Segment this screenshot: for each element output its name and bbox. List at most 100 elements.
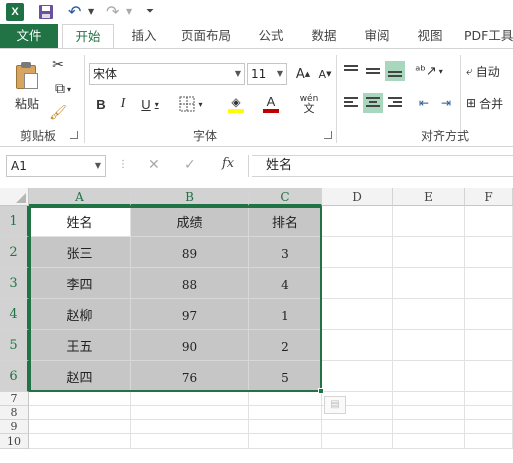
font-size-select[interactable]: 11 ▼ <box>247 63 287 85</box>
cell-f7[interactable] <box>465 392 513 406</box>
cell-b2[interactable]: 89 <box>131 237 249 268</box>
cell-e7[interactable] <box>393 392 465 406</box>
cell-c9[interactable] <box>249 420 322 434</box>
cell-c10[interactable] <box>249 434 322 449</box>
cell-e10[interactable] <box>393 434 465 449</box>
row-header-7[interactable]: 7 <box>0 392 29 406</box>
cell-c7[interactable] <box>249 392 322 406</box>
cell-d6[interactable] <box>322 361 393 392</box>
grow-font-button[interactable]: A ▲ <box>292 63 314 85</box>
cell-e3[interactable] <box>393 268 465 299</box>
cell-e4[interactable] <box>393 299 465 330</box>
paste-button[interactable]: 粘贴 <box>8 55 46 117</box>
cell-c2[interactable]: 3 <box>249 237 322 268</box>
cell-b4[interactable]: 97 <box>131 299 249 330</box>
cell-a7[interactable] <box>29 392 131 406</box>
row-header-8[interactable]: 8 <box>0 406 29 420</box>
tab-data[interactable]: 数据 <box>305 24 343 48</box>
row-header-5[interactable]: 5 <box>0 330 29 361</box>
cell-b6[interactable]: 76 <box>131 361 249 392</box>
cut-icon[interactable]: ✂ <box>48 55 68 75</box>
format-painter-icon[interactable]: 🖌 <box>48 103 68 123</box>
cell-f5[interactable] <box>465 330 513 361</box>
select-all-button[interactable] <box>0 188 29 206</box>
cell-e9[interactable] <box>393 420 465 434</box>
cell-f6[interactable] <box>465 361 513 392</box>
row-header-3[interactable]: 3 <box>0 268 29 299</box>
cell-e6[interactable] <box>393 361 465 392</box>
shrink-font-button[interactable]: A ▼ <box>314 63 336 85</box>
font-launcher-icon[interactable] <box>324 131 332 139</box>
phonetic-button[interactable]: wén 文 <box>296 93 322 115</box>
orientation-icon[interactable]: ᵃᵇ↗ ▾ <box>414 61 444 81</box>
redo-dropdown-icon[interactable]: ▼ <box>126 3 134 21</box>
cell-d5[interactable] <box>322 330 393 361</box>
cell-f2[interactable] <box>465 237 513 268</box>
align-middle-icon[interactable] <box>363 61 383 81</box>
italic-button[interactable]: I <box>114 93 132 115</box>
tab-file[interactable]: 文件 <box>0 24 58 48</box>
cell-b7[interactable] <box>131 392 249 406</box>
cell-e8[interactable] <box>393 406 465 420</box>
customize-qat-icon[interactable]: ⏷ <box>146 3 156 21</box>
column-header-a[interactable]: A <box>29 188 131 206</box>
cell-a8[interactable] <box>29 406 131 420</box>
cell-c5[interactable]: 2 <box>249 330 322 361</box>
font-color-button[interactable]: A <box>255 93 287 115</box>
cell-e1[interactable] <box>393 206 465 237</box>
redo-icon[interactable]: ↷ <box>106 3 122 21</box>
row-header-6[interactable]: 6 <box>0 361 29 392</box>
cell-a3[interactable]: 李四 <box>29 268 131 299</box>
row-header-9[interactable]: 9 <box>0 420 29 434</box>
cell-c1[interactable]: 排名 <box>249 206 322 237</box>
borders-button[interactable]: ▾ <box>174 93 208 115</box>
row-header-1[interactable]: 1 <box>0 206 29 237</box>
enter-icon[interactable]: ✓ <box>184 157 196 173</box>
cell-f3[interactable] <box>465 268 513 299</box>
cell-f9[interactable] <box>465 420 513 434</box>
column-header-d[interactable]: D <box>322 188 393 206</box>
cell-c4[interactable]: 1 <box>249 299 322 330</box>
cell-a6[interactable]: 赵四 <box>29 361 131 392</box>
cell-d1[interactable] <box>322 206 393 237</box>
column-header-c[interactable]: C <box>249 188 322 206</box>
cell-e2[interactable] <box>393 237 465 268</box>
cell-a5[interactable]: 王五 <box>29 330 131 361</box>
fill-color-button[interactable]: ◈ <box>218 93 254 115</box>
column-header-f[interactable]: F <box>465 188 513 206</box>
cell-d9[interactable] <box>322 420 393 434</box>
copy-icon[interactable]: ⧉ ▾ <box>48 79 78 99</box>
worksheet-grid[interactable]: A B C D E F 1 姓名 成绩 排名 2 张三 89 3 3 李四 88 4 4 赵柳 97 1 5 王五 90 2 6 赵四… <box>0 188 513 463</box>
align-right-icon[interactable] <box>385 93 405 113</box>
bold-button[interactable]: B <box>92 93 110 115</box>
undo-icon[interactable]: ↶ <box>68 3 84 21</box>
cell-c3[interactable]: 4 <box>249 268 322 299</box>
align-top-icon[interactable] <box>341 61 361 81</box>
cell-f10[interactable] <box>465 434 513 449</box>
wrap-text-button[interactable]: ⤶ 自动 <box>466 61 513 81</box>
underline-button[interactable]: U ▾ <box>135 93 165 115</box>
cell-b8[interactable] <box>131 406 249 420</box>
cell-b5[interactable]: 90 <box>131 330 249 361</box>
cell-d4[interactable] <box>322 299 393 330</box>
column-header-b[interactable]: B <box>131 188 249 206</box>
row-header-4[interactable]: 4 <box>0 299 29 330</box>
tab-pdf-tools[interactable]: PDF工具 <box>464 24 513 48</box>
font-name-select[interactable]: 宋体 ▼ <box>89 63 245 85</box>
clipboard-launcher-icon[interactable] <box>70 131 78 139</box>
quick-analysis-icon[interactable]: ▤ <box>324 396 346 414</box>
row-header-2[interactable]: 2 <box>0 237 29 268</box>
align-left-icon[interactable] <box>341 93 361 113</box>
cell-a9[interactable] <box>29 420 131 434</box>
cell-d3[interactable] <box>322 268 393 299</box>
save-icon[interactable] <box>38 3 54 21</box>
cell-d2[interactable] <box>322 237 393 268</box>
decrease-indent-icon[interactable]: ⇤ <box>414 93 434 113</box>
tab-view[interactable]: 视图 <box>411 24 449 48</box>
cell-c8[interactable] <box>249 406 322 420</box>
undo-dropdown-icon[interactable]: ▼ <box>88 3 96 21</box>
fill-handle[interactable] <box>318 388 324 394</box>
tab-formulas[interactable]: 公式 <box>252 24 290 48</box>
align-center-icon[interactable] <box>363 93 383 113</box>
cell-b10[interactable] <box>131 434 249 449</box>
